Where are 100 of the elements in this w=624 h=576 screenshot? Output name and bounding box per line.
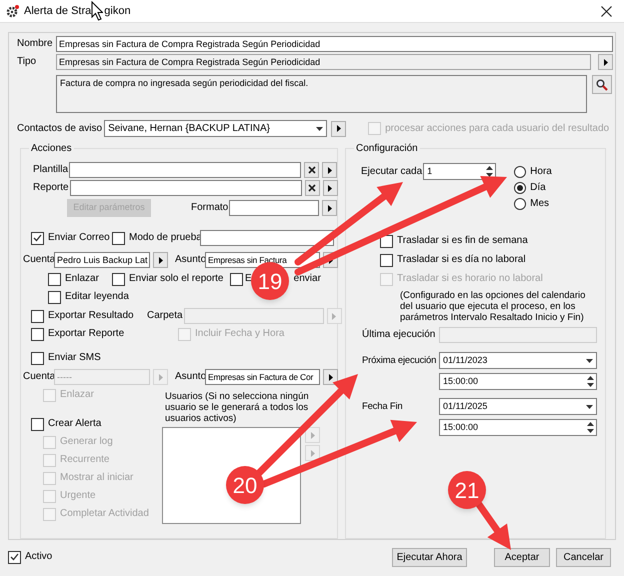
radio-button[interactable] — [514, 182, 526, 194]
arrow-button[interactable] — [322, 162, 338, 178]
checkbox-label: Exportar Reporte — [48, 328, 124, 340]
text-field[interactable]: Pedro Luis Backup Lat — [54, 252, 150, 268]
checkbox[interactable] — [31, 232, 44, 244]
arrow-button[interactable] — [331, 120, 346, 136]
search-icon — [596, 78, 608, 90]
date-picker[interactable]: 01/11/2025 — [439, 398, 597, 415]
clear-button[interactable] — [304, 180, 320, 196]
field-label: Asunto — [175, 254, 205, 266]
checkbox-label: Trasladar si es fin de semana — [397, 235, 528, 247]
checkbox-label: E — [245, 273, 252, 285]
checkbox[interactable] — [48, 290, 61, 304]
checkbox[interactable] — [8, 550, 21, 564]
checkbox-label: enviar — [294, 273, 321, 285]
description-box: Factura de compra no ingresada según periodicidad del fiscal. — [56, 75, 588, 113]
checkbox-label: Urgente — [60, 490, 96, 502]
users-hint: Usuarios (Si no selecciona ningún usuario se le generará a todos los usuarios activos) — [165, 391, 310, 424]
checkbox[interactable] — [112, 272, 125, 286]
text-field[interactable]: Empresas sin Factura de Compra Registrada Según Periodicidad — [56, 54, 591, 70]
field-label: Cuenta — [23, 254, 54, 266]
field-value: 01/11/2025 — [443, 400, 488, 413]
checkbox-label: Completar Actividad — [60, 508, 149, 520]
dropdown-arrow-icon — [316, 126, 324, 130]
checkbox-label: Generar log — [60, 436, 113, 448]
checkbox-label: Exportar Resultado — [48, 310, 134, 322]
gear-icon — [6, 4, 19, 18]
checkbox-label: Crear Alerta — [48, 418, 102, 430]
checkbox-label: Mostrar al iniciar — [60, 472, 134, 484]
checkbox-label: Incluir Fecha y Hora — [195, 328, 284, 340]
close-icon — [308, 166, 316, 174]
arrow-button[interactable] — [598, 54, 613, 70]
play-icon — [604, 58, 608, 66]
text-field[interactable]: Empresas sin Factura de Cor — [205, 369, 320, 385]
time-spinner[interactable]: 15:00:00 — [439, 419, 597, 436]
search-button[interactable] — [592, 75, 612, 94]
radio-label: Día — [530, 182, 546, 194]
checkbox[interactable] — [380, 254, 393, 266]
checkbox[interactable] — [48, 272, 61, 286]
checkbox[interactable] — [112, 232, 125, 244]
play-icon — [310, 450, 314, 456]
dropdown-arrow-icon — [586, 358, 593, 362]
field-value: 15:00:00 — [443, 420, 478, 434]
radio-button[interactable] — [514, 198, 526, 210]
checkbox[interactable] — [31, 418, 44, 430]
checkbox[interactable] — [230, 272, 243, 286]
play-icon — [328, 204, 332, 212]
dialog-button[interactable]: Aceptar — [494, 548, 550, 566]
field-label: Última ejecución — [362, 329, 436, 341]
radio-label: Hora — [530, 166, 552, 178]
checkbox-label: Enlazar — [60, 389, 94, 401]
text-field[interactable]: Empresas sin Factura de Compra Registrada Según Periodicidad — [56, 36, 613, 52]
checkbox[interactable] — [31, 352, 44, 364]
checkbox[interactable] — [31, 328, 44, 340]
contacts-dropdown[interactable]: Seivane, Hernan {BACKUP LATINA} — [104, 120, 328, 137]
text-field[interactable] — [229, 200, 320, 216]
play-icon — [328, 166, 332, 174]
arrow-button[interactable] — [323, 369, 338, 385]
text-field[interactable] — [439, 327, 597, 343]
text-field[interactable] — [69, 162, 302, 178]
window-title: gikon — [104, 4, 131, 19]
date-picker[interactable]: 01/11/2023 — [439, 352, 597, 369]
callout-badge: 21 — [448, 471, 486, 509]
field-label: Nombre — [17, 38, 54, 50]
interval-spinner[interactable]: 1 — [423, 163, 496, 180]
checkbox-label: Trasladar si es día no laboral — [397, 254, 526, 266]
checkbox-label: Enviar Correo — [48, 232, 110, 244]
radio-button[interactable] — [514, 166, 526, 178]
checkbox-label: Recurrente — [60, 454, 110, 466]
field-value: 15:00:00 — [443, 374, 478, 388]
checkbox-label: Activo — [25, 551, 52, 563]
callout-badge: 19 — [251, 262, 289, 300]
time-spinner[interactable]: 15:00:00 — [439, 373, 597, 390]
checkbox-label: Enviar solo el reporte — [129, 273, 224, 285]
spinner-icon — [587, 422, 594, 433]
dialog-button[interactable]: Ejecutar Ahora — [392, 548, 467, 566]
checkbox-label: Trasladar si es horario no laboral — [397, 273, 543, 285]
field-value: 01/11/2023 — [443, 354, 488, 367]
arrow-button[interactable] — [153, 252, 168, 268]
note-text: (Configurado en las opciones del calendario del usuario que ejecuta el proceso, en los parámetros Intervalo Resaltado Inicio y Fin) — [400, 290, 586, 323]
field-label: Formato — [191, 202, 230, 214]
text-field[interactable] — [70, 180, 302, 196]
arrow-button[interactable] — [322, 180, 338, 196]
dropdown-arrow-icon — [586, 404, 593, 408]
clear-button[interactable] — [304, 162, 320, 178]
checkbox-label: Editar leyenda — [65, 291, 129, 303]
text-field[interactable] — [200, 230, 334, 246]
field-value: Seivane, Hernan {BACKUP LATINA} — [108, 122, 270, 136]
field-label: Ejecutar cada — [361, 166, 424, 178]
play-icon — [158, 256, 162, 264]
play-icon — [336, 125, 341, 132]
dialog-button[interactable]: Cancelar — [556, 548, 611, 566]
play-icon — [158, 374, 162, 380]
play-icon — [332, 312, 336, 320]
annotation-arrow — [474, 500, 511, 550]
checkbox[interactable] — [31, 310, 44, 322]
spinner-icon — [587, 376, 594, 387]
arrow-button[interactable] — [322, 200, 338, 216]
field-value: 1 — [427, 164, 432, 178]
play-icon — [328, 184, 332, 192]
